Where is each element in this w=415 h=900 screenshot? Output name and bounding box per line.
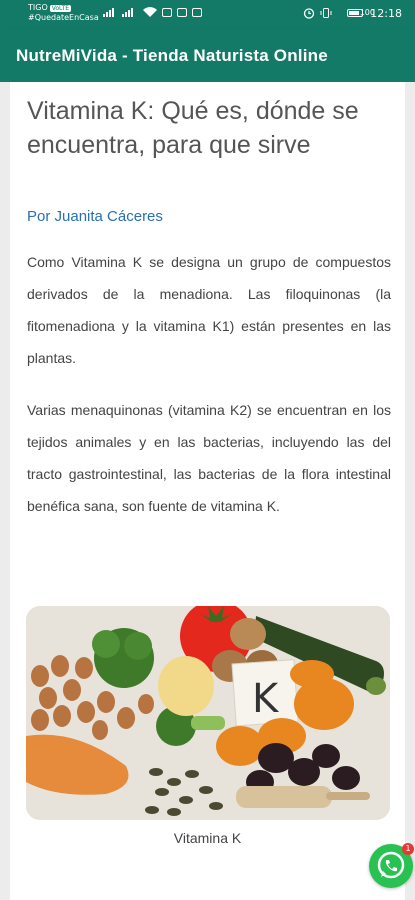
- image-caption: Vitamina K: [173, 830, 242, 846]
- whatsapp-notification-badge: 1: [402, 843, 414, 855]
- article-paragraph: Como Vitamina K se designa un grupo de c…: [27, 254, 391, 366]
- app-bar: NutreMiVida - Tienda Naturista Online: [0, 28, 415, 82]
- gallery-icon: [177, 8, 187, 17]
- article-card: Vitamina K: Qué es, dónde se encuentra, …: [10, 82, 405, 900]
- food-illustration: K: [26, 606, 390, 820]
- message-icon: [192, 8, 202, 17]
- article-title: Vitamina K: Qué es, dónde se encuentra, …: [27, 97, 359, 159]
- alarm-icon: [303, 8, 315, 19]
- vibrate-icon: [320, 8, 332, 18]
- app-title[interactable]: NutreMiVida - Tienda Naturista Online: [16, 46, 328, 66]
- carrier-hashtag: #QuedateEnCasa: [28, 13, 99, 22]
- article-paragraph: Varias menaquinonas (vitamina K2) se enc…: [27, 402, 391, 514]
- carrier-name: TIGO: [28, 3, 48, 12]
- clock: 12:18: [370, 7, 402, 20]
- signal-icon: [103, 8, 114, 17]
- signal-icon: [122, 8, 133, 17]
- page-margin-left: [0, 82, 10, 900]
- vitamin-k-foods-image[interactable]: K: [26, 606, 390, 820]
- k-letter: K: [252, 676, 280, 722]
- carrier-info: TIGO VoLTE #QuedateEnCasa: [28, 3, 99, 22]
- volte-badge: VoLTE: [49, 5, 72, 12]
- page-margin-right: [405, 82, 415, 900]
- notification-icon: [162, 8, 172, 17]
- status-bar: TIGO VoLTE #QuedateEnCasa 100 12:18: [0, 0, 415, 28]
- wifi-icon: [143, 7, 157, 18]
- author-link[interactable]: Por Juanita Cáceres: [27, 208, 163, 225]
